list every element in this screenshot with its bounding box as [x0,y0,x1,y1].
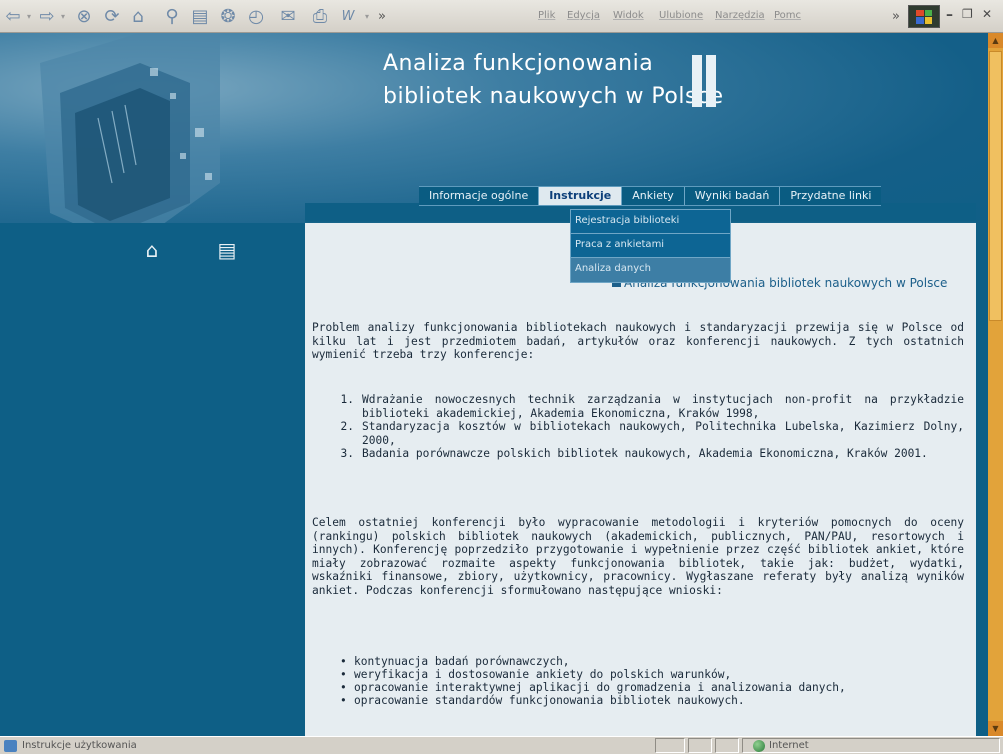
menu-help[interactable]: Pomc [774,10,801,21]
instrukcje-dropdown: Rejestracja biblioteki Praca z ankietami… [570,209,731,283]
web-page: Analiza funkcjonowania bibliotek naukowy… [0,33,988,736]
restore-button[interactable]: ❐ [962,7,973,21]
scroll-thumb[interactable] [989,51,1002,321]
mail-icon[interactable]: ✉ [276,5,300,27]
refresh-icon[interactable]: ⟳ [100,5,124,27]
favorites-icon[interactable]: ▤ [188,5,212,27]
history-icon[interactable]: ◴ [244,5,268,27]
back-dropdown-icon[interactable]: ▾ [24,5,34,27]
back-icon[interactable]: ⇦ [2,5,24,27]
nav-item-informacje-ogolne[interactable]: Informacje ogólne [419,187,540,205]
nav-item-wyniki-badan[interactable]: Wyniki badań [685,187,781,205]
vertical-scrollbar[interactable]: ▲ ▼ [988,33,1003,736]
book-image [40,33,220,248]
menu-file[interactable]: Plik [538,10,555,21]
menu-view[interactable]: Widok [613,10,644,21]
dropdown-item-analiza-danych[interactable]: Analiza danych [571,258,730,282]
stop-icon[interactable]: ⊗ [72,5,96,27]
windows-logo [908,5,940,28]
menu-favorites[interactable]: Ulubione [659,10,703,21]
list-item: 1. Wdrażanie nowoczesnych technik zarządz… [340,393,964,420]
list-item: • opracowanie interaktywnej aplikacji do … [340,681,846,694]
list-item: • opracowanie standardów funkcjonowania b… [340,694,745,707]
edit-icon[interactable]: W [336,5,360,27]
home-icon[interactable]: ⌂ [140,238,164,262]
page-icon [4,740,17,752]
site-title-line2: bibliotek naukowych w Polsce [383,84,724,109]
browser-toolbar: ⇦ ▾ ⇨ ▾ ⊗ ⟳ ⌂ ⚲ ▤ ❂ ◴ ✉ ⎙ W ▾ » Plik Edy… [0,0,1003,33]
status-cell [688,738,712,753]
zone-text: Internet [769,740,809,751]
left-sidebar [0,223,305,736]
close-button[interactable]: ✕ [982,7,992,21]
minimize-button[interactable]: – [946,7,953,23]
intro-paragraph: Problem analizy funkcjonowania bibliotek… [312,321,964,361]
media-icon[interactable]: ❂ [216,5,240,27]
forward-icon[interactable]: ⇨ [36,5,58,27]
conference-list: 1. Wdrażanie nowoczesnych technik zarządz… [330,393,964,461]
conclusions-list: • kontynuacja badań porównawczych, • weryf… [340,655,960,707]
menu-overflow-icon[interactable]: » [888,5,904,27]
menu-tools[interactable]: Narzędzia [715,10,765,21]
scroll-down-icon[interactable]: ▼ [988,721,1003,736]
home-icon[interactable]: ⌂ [126,5,150,27]
nav-item-ankiety[interactable]: Ankiety [622,187,685,205]
edit-dropdown-icon[interactable]: ▾ [362,5,372,27]
menu-edit[interactable]: Edycja [567,10,600,21]
status-bar: Instrukcje użytkowania Internet [0,736,1003,754]
dropdown-item-praca-z-ankietami[interactable]: Praca z ankietami [571,234,730,258]
document-icon[interactable]: ▤ [215,238,239,262]
status-text: Instrukcje użytkowania [22,740,137,751]
forward-dropdown-icon[interactable]: ▾ [58,5,68,27]
list-item: 2. Standaryzacja kosztów w bibliotekach n… [340,420,964,447]
search-icon[interactable]: ⚲ [160,5,184,27]
toolbar-overflow-icon[interactable]: » [374,5,390,27]
status-cell [715,738,739,753]
list-item: • kontynuacja badań porównawczych, [340,655,570,668]
nav-item-instrukcje[interactable]: Instrukcje [539,187,623,205]
status-cell [655,738,685,753]
site-title-line1: Analiza funkcjonowania [383,51,654,76]
list-item: • weryfikacja i dostosowanie ankiety do p… [340,668,732,681]
internet-zone-icon [753,740,765,752]
dropdown-item-rejestracja[interactable]: Rejestracja biblioteki [571,210,730,234]
conclusion-paragraph: Celem ostatniej konferencji było wypraco… [312,516,964,597]
nav-item-przydatne-linki[interactable]: Przydatne linki [780,187,881,205]
print-icon[interactable]: ⎙ [308,5,332,27]
list-item: 3. Badania porównawcze polskich bibliotek… [340,447,928,460]
main-nav: Informacje ogólne Instrukcje Ankiety Wyn… [419,186,882,206]
scroll-up-icon[interactable]: ▲ [988,33,1003,48]
site-title: Analiza funkcjonowania bibliotek naukowy… [383,47,724,113]
